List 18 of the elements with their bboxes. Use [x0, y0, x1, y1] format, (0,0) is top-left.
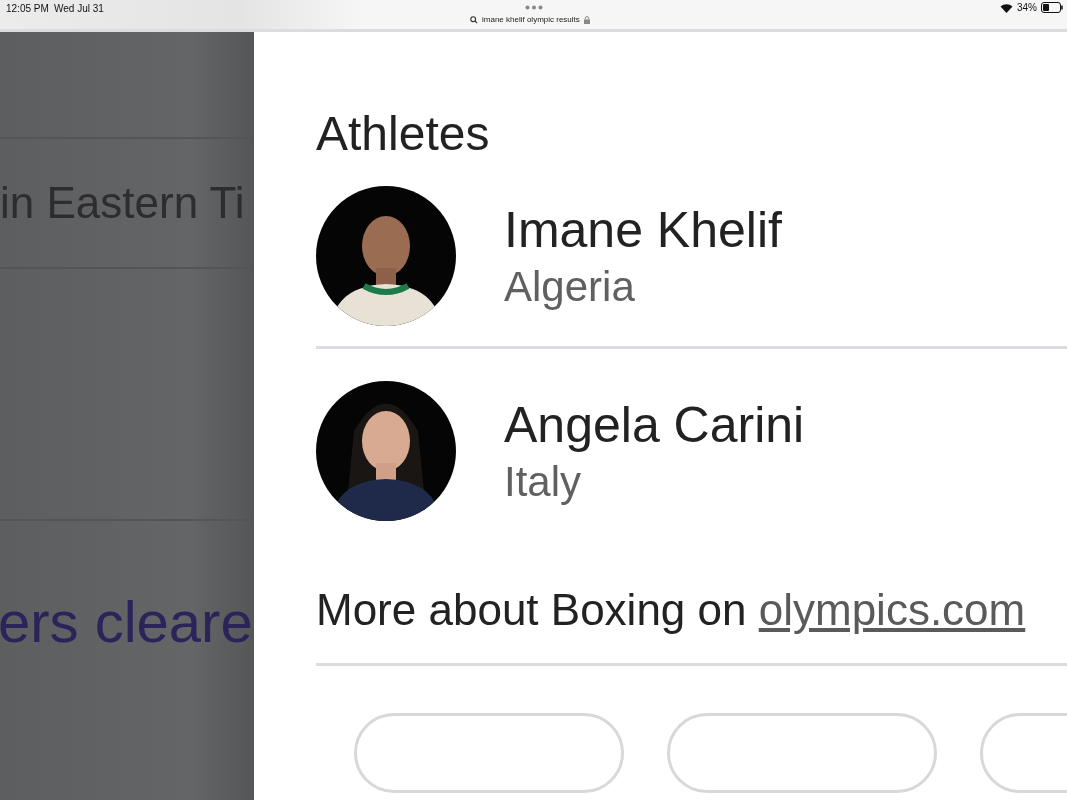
- more-dots-icon[interactable]: [525, 5, 543, 10]
- athlete-name[interactable]: Imane Khelif: [504, 199, 782, 261]
- chip-outline[interactable]: [354, 713, 624, 793]
- battery-percent: 34%: [1017, 2, 1037, 13]
- athlete-country: Italy: [504, 457, 583, 507]
- lock-icon: [583, 15, 590, 24]
- status-time: 12:05 PM: [6, 3, 49, 14]
- athlete-name[interactable]: Angela Carini: [504, 394, 805, 456]
- section-title: Athletes: [316, 106, 491, 162]
- chip-outline[interactable]: [667, 713, 937, 793]
- wifi-icon: [1000, 2, 1013, 13]
- battery-icon: [1041, 2, 1063, 13]
- search-icon: [470, 15, 478, 24]
- status-date: Wed Jul 31: [54, 3, 104, 14]
- athlete-country: Algeria: [504, 262, 636, 312]
- source-link[interactable]: olympics.com: [758, 585, 1026, 634]
- address-bar[interactable]: imane khelif olympic results: [470, 15, 590, 24]
- more-text: More about Boxing on: [316, 585, 748, 634]
